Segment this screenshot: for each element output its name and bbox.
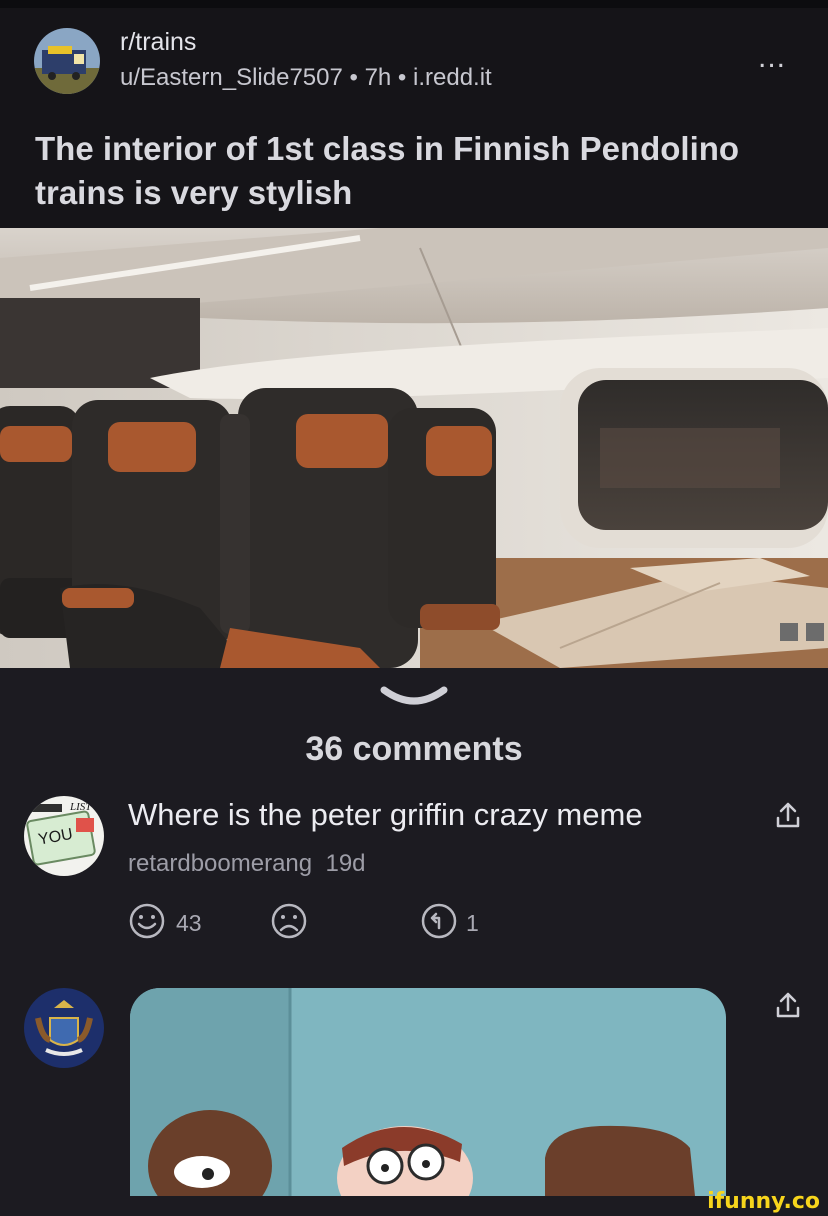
- upvote-smile-icon[interactable]: [128, 902, 166, 940]
- seat-right: [388, 408, 500, 630]
- collapse-chevron-icon[interactable]: [380, 684, 448, 708]
- commenter-avatar[interactable]: YOU LIST: [24, 796, 104, 876]
- cartoon-character-right: [545, 1125, 695, 1196]
- comments-count: 36 comments: [305, 730, 523, 768]
- subreddit-name[interactable]: r/trains: [120, 28, 196, 57]
- comment-gif-image[interactable]: [130, 988, 726, 1196]
- share-icon[interactable]: [772, 800, 804, 832]
- post-meta: u/Eastern_Slide7507 • 7h • i.redd.it: [120, 64, 492, 91]
- comment-author-line: retardboomerang 19d: [128, 850, 366, 878]
- avatar-sticker-list: LIST: [69, 801, 92, 813]
- commenter-avatar-2[interactable]: [24, 988, 104, 1068]
- post-image[interactable]: [0, 228, 828, 668]
- comment-username[interactable]: retardboomerang: [128, 850, 312, 877]
- downvote-frown-icon[interactable]: [270, 902, 308, 940]
- share-icon-2[interactable]: [772, 990, 804, 1022]
- ifunny-watermark: ifunny.co: [707, 1189, 820, 1214]
- comment-age: 19d: [325, 850, 366, 877]
- upvote-count: 43: [176, 910, 202, 936]
- subreddit-avatar[interactable]: [34, 28, 100, 94]
- comment-text: Where is the peter griffin crazy meme: [128, 797, 643, 832]
- reply-count: 1: [466, 910, 479, 936]
- reply-icon[interactable]: [420, 902, 458, 940]
- status-bar-edge: [0, 0, 828, 8]
- post-title: The interior of 1st class in Finnish Pen…: [35, 130, 740, 211]
- more-options-button[interactable]: ...: [758, 43, 786, 73]
- post-header: r/trains u/Eastern_Slide7507 • 7h • i.re…: [0, 0, 828, 228]
